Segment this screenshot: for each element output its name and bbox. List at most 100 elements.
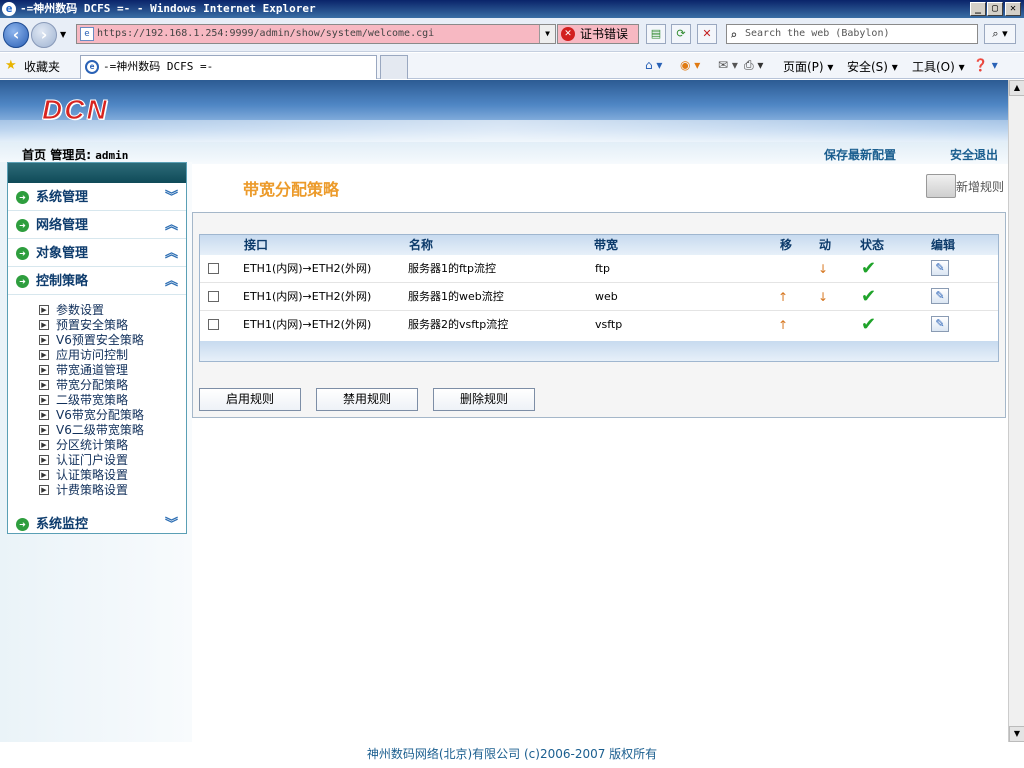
tab-ie-icon: e (85, 60, 99, 74)
move-up-icon[interactable]: ↑ (778, 311, 788, 339)
scroll-down-icon[interactable]: ▼ (1009, 726, 1024, 742)
search-placeholder: Search the web (Babylon) (745, 28, 890, 39)
item-arrow-icon: ▶ (39, 350, 49, 360)
sidebar-section-network[interactable]: ➜ 网络管理 ︽ (8, 211, 186, 239)
logout-link[interactable]: 安全退出 (950, 146, 998, 163)
history-dropdown-icon[interactable]: ▼ (60, 30, 66, 39)
header-banner: DCN (0, 80, 1008, 142)
header-name: 名称 (409, 238, 434, 252)
maximize-button[interactable]: ▢ (987, 2, 1003, 16)
enable-rule-button[interactable]: 启用规则 (199, 388, 301, 411)
chevron-down-icon[interactable]: ︾ (165, 510, 178, 540)
disable-rule-button[interactable]: 禁用规则 (316, 388, 418, 411)
section-label: 系统管理 (36, 190, 89, 205)
address-dropdown-icon[interactable]: ▼ (539, 25, 555, 43)
edit-icon[interactable]: ✎ (931, 288, 949, 304)
page-menu[interactable]: 页面(P) ▾ (783, 58, 833, 75)
sidebar-item-v6-preset-security[interactable]: ▶ V6预置安全策略 (8, 333, 186, 348)
help-icon[interactable]: ❓ ▾ (973, 58, 998, 72)
admin-label: 管理员: (50, 148, 92, 162)
item-arrow-icon: ▶ (39, 440, 49, 450)
item-arrow-icon: ▶ (39, 485, 49, 495)
search-button[interactable]: ⌕ ▾ (984, 24, 1016, 44)
sidebar-item-billing-policy[interactable]: ▶ 计费策略设置 (8, 483, 186, 498)
print-icon[interactable]: ⎙ ▾ (744, 58, 763, 73)
sidebar-item-auth-portal[interactable]: ▶ 认证门户设置 (8, 453, 186, 468)
sidebar-section-monitor[interactable]: ➜ 系统监控 ︾ (8, 510, 186, 538)
table-header: 接口 名称 带宽 移 动 状态 编辑 (200, 235, 998, 255)
new-rule-button[interactable]: 新增规则 (926, 170, 1006, 202)
check-icon: ✔ (861, 258, 877, 279)
save-config-link[interactable]: 保存最新配置 (824, 146, 896, 163)
title-bar: e -=神州数码 DCFS =- - Windows Internet Expl… (0, 0, 1024, 18)
minimize-button[interactable]: _ (970, 2, 986, 16)
favorites-star-icon[interactable]: ★ (5, 58, 17, 73)
item-arrow-icon: ▶ (39, 455, 49, 465)
close-window-button[interactable]: ✕ (1005, 2, 1021, 16)
certificate-error-button[interactable]: ✕ 证书错误 (557, 24, 639, 44)
sidebar-item-label: 分区统计策略 (56, 438, 129, 452)
sidebar-item-secondary-bandwidth[interactable]: ▶ 二级带宽策略 (8, 393, 186, 408)
move-down-icon[interactable]: ↓ (818, 283, 828, 311)
sidebar-section-control-policy[interactable]: ➜ 控制策略 ︽ (8, 267, 186, 295)
sidebar-item-app-access[interactable]: ▶ 应用访问控制 (8, 348, 186, 363)
address-text: https://192.168.1.254:9999/admin/show/sy… (97, 28, 435, 39)
edit-icon[interactable]: ✎ (931, 260, 949, 276)
move-down-icon[interactable]: ↓ (818, 255, 828, 283)
stop-icon[interactable]: ✕ (697, 24, 717, 44)
item-arrow-icon: ▶ (39, 305, 49, 315)
chevron-down-icon[interactable]: ︾ (165, 183, 178, 213)
sidebar-cap (8, 163, 186, 183)
scroll-up-icon[interactable]: ▲ (1009, 80, 1024, 96)
sidebar-item-preset-security[interactable]: ▶ 预置安全策略 (8, 318, 186, 333)
sidebar-item-auth-policy[interactable]: ▶ 认证策略设置 (8, 468, 186, 483)
forward-button[interactable]: › (31, 22, 57, 48)
sidebar-item-bandwidth-allocation[interactable]: ▶ 带宽分配策略 (8, 378, 186, 393)
row-name: 服务器1的web流控 (408, 290, 504, 303)
folder-icon (926, 174, 956, 198)
tools-menu[interactable]: 工具(O) ▾ (912, 58, 965, 75)
row-interface: ETH1(内网)→ETH2(外网) (243, 318, 372, 331)
section-label: 网络管理 (36, 218, 89, 233)
favorites-button[interactable]: 收藏夹 (24, 58, 60, 75)
sidebar-item-params[interactable]: ▶ 参数设置 (8, 303, 186, 318)
sidebar-section-objects[interactable]: ➜ 对象管理 ︽ (8, 239, 186, 267)
table-footer (200, 341, 998, 361)
home-link[interactable]: 首页 (22, 148, 46, 162)
chevron-up-icon[interactable]: ︽ (165, 267, 178, 297)
navigation-bar: ‹ › ▼ e https://192.168.1.254:9999/admin… (0, 18, 1024, 52)
tab-title: -=神州数码 DCFS =- (103, 60, 214, 73)
vertical-scrollbar[interactable]: ▲ ▼ (1008, 80, 1024, 742)
sidebar-item-zone-stats[interactable]: ▶ 分区统计策略 (8, 438, 186, 453)
sidebar-section-system[interactable]: ➜ 系统管理 ︾ (8, 183, 186, 211)
row-checkbox[interactable] (208, 291, 219, 302)
safety-menu[interactable]: 安全(S) ▾ (847, 58, 898, 75)
sidebar-item-v6-bandwidth-allocation[interactable]: ▶ V6带宽分配策略 (8, 408, 186, 423)
address-bar[interactable]: e https://192.168.1.254:9999/admin/show/… (76, 24, 556, 44)
row-checkbox[interactable] (208, 263, 219, 274)
move-up-icon[interactable]: ↑ (778, 283, 788, 311)
home-icon[interactable]: ⌂ ▾ (645, 58, 662, 72)
edit-icon[interactable]: ✎ (931, 316, 949, 332)
mail-icon[interactable]: ✉ ▾ (718, 58, 738, 72)
header-move-2: 动 (819, 238, 832, 252)
new-tab-button[interactable] (380, 55, 408, 79)
page-icon: e (80, 27, 94, 41)
browser-tab[interactable]: e -=神州数码 DCFS =- (80, 55, 377, 79)
feeds-icon[interactable]: ◉ ▾ (680, 58, 700, 72)
sidebar-item-v6-secondary-bandwidth[interactable]: ▶ V6二级带宽策略 (8, 423, 186, 438)
item-arrow-icon: ▶ (39, 425, 49, 435)
sidebar-item-bandwidth-channel[interactable]: ▶ 带宽通道管理 (8, 363, 186, 378)
chevron-up-icon[interactable]: ︽ (165, 211, 178, 241)
search-input[interactable]: ⌕ Search the web (Babylon) (726, 24, 978, 44)
item-arrow-icon: ▶ (39, 470, 49, 480)
back-button[interactable]: ‹ (3, 22, 29, 48)
row-checkbox[interactable] (208, 319, 219, 330)
delete-rule-button[interactable]: 删除规则 (433, 388, 535, 411)
item-arrow-icon: ▶ (39, 395, 49, 405)
compatibility-view-icon[interactable]: ▤ (646, 24, 666, 44)
refresh-icon[interactable]: ⟳ (671, 24, 691, 44)
chevron-up-icon[interactable]: ︽ (165, 239, 178, 269)
